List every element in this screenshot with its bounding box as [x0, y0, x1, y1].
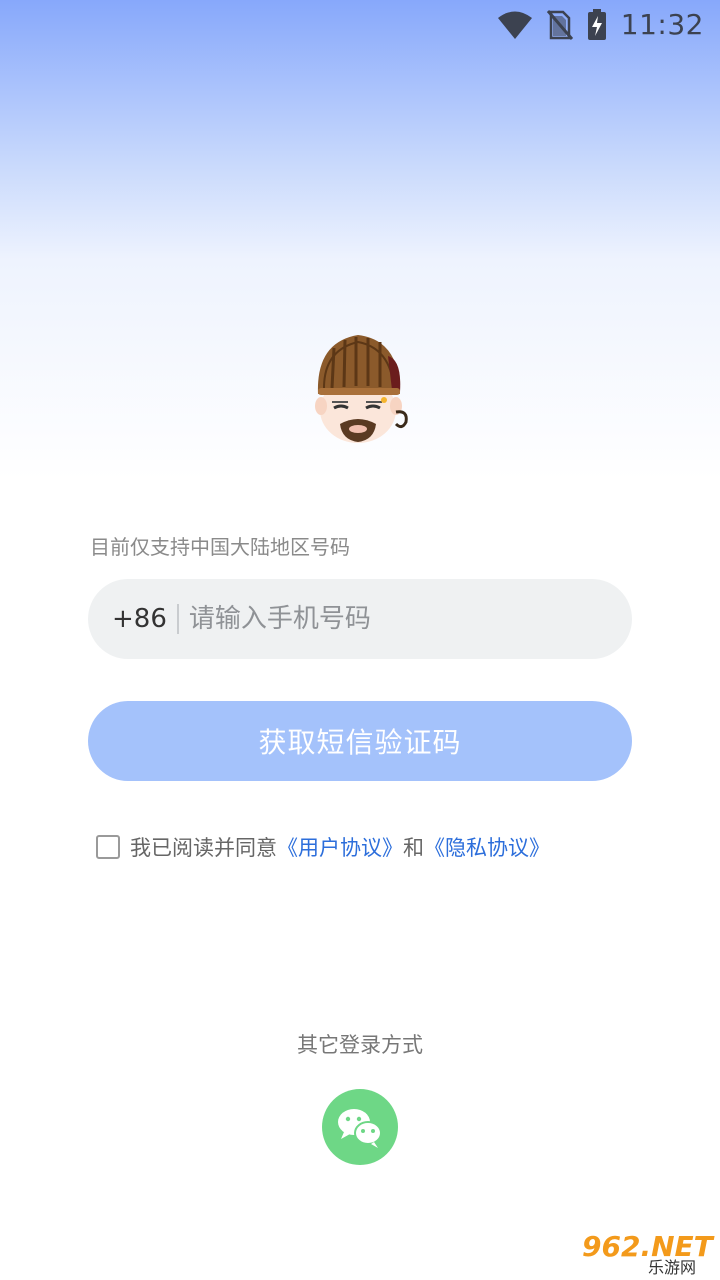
country-code[interactable]: +86: [112, 604, 167, 634]
clock: 11:32: [620, 8, 704, 41]
status-icons: 11:32: [497, 8, 704, 41]
agreement-and: 和: [403, 836, 424, 860]
get-sms-code-button[interactable]: 获取短信验证码: [88, 701, 632, 781]
agreement-prefix: 我已阅读并同意: [130, 836, 277, 860]
wechat-login-button[interactable]: [322, 1089, 398, 1165]
no-sim-icon: [546, 9, 573, 40]
agreement-row: 我已阅读并同意 《用户协议》 和 《隐私协议》: [96, 832, 550, 862]
phone-field[interactable]: +86: [88, 579, 632, 659]
watermark-sub: 乐游网: [648, 1258, 697, 1277]
character-avatar: [315, 335, 408, 443]
other-login-label: 其它登录方式: [297, 1033, 423, 1057]
region-note: 目前仅支持中国大陆地区号码: [90, 535, 350, 559]
field-divider: [176, 604, 179, 634]
watermark: 962.NET 乐游网: [576, 1230, 716, 1277]
wifi-icon: [497, 11, 532, 39]
privacy-policy-link[interactable]: 《隐私协议》: [424, 832, 550, 862]
agreement-checkbox[interactable]: [96, 835, 120, 859]
wechat-icon: [338, 1109, 382, 1148]
status-bar: 11:32: [0, 0, 720, 50]
phone-input[interactable]: [188, 604, 589, 634]
user-agreement-link[interactable]: 《用户协议》: [277, 832, 403, 862]
battery-charging-icon: [587, 8, 606, 40]
